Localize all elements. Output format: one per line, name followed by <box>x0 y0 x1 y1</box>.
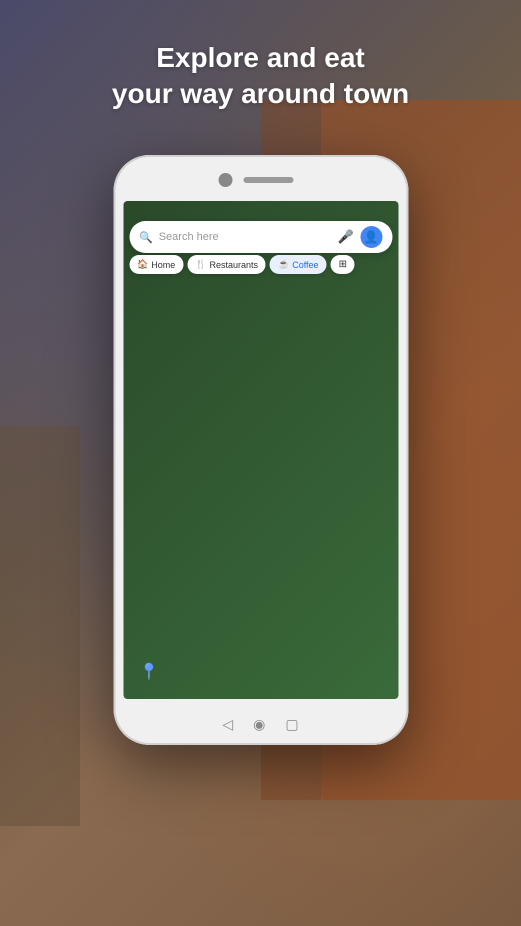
bg-building-left <box>0 426 80 826</box>
search-placeholder: Search here <box>159 231 332 243</box>
more-chip-icon: ⊞ <box>339 259 347 270</box>
search-input-row[interactable]: 🔍 Search here 🎤 👤 <box>129 221 392 253</box>
explore-section: Explore Chelsea › Spanish restaurants Di… <box>123 541 398 657</box>
coffee-chip-icon: ☕ <box>278 259 289 270</box>
mic-icon[interactable]: 🎤 <box>338 229 354 245</box>
phone-speaker <box>243 177 293 183</box>
chip-more[interactable]: ⊞ <box>331 255 355 274</box>
phone-screen: ▲ 12:30 W 18th St <box>123 201 398 699</box>
phone-camera <box>218 173 232 187</box>
restaurants-chip-label: Restaurants <box>209 260 258 270</box>
home-chip-label: Home <box>151 260 175 270</box>
phone-bottom-bar: ◁ ◉ ▢ <box>222 716 298 733</box>
category-chips: 🏠 Home 🍴 Restaurants ☕ Coffee ⊞ <box>123 255 398 274</box>
header: Explore and eat your way around town <box>0 40 521 113</box>
coffee-chip-label: Coffee <box>292 260 318 270</box>
explore-nav-icon: 📍 <box>139 662 159 682</box>
header-line1: Explore and eat <box>156 42 365 73</box>
header-title: Explore and eat your way around town <box>0 40 521 113</box>
recent-button[interactable]: ▢ <box>285 716 298 733</box>
explore-card-partial <box>378 573 392 653</box>
restaurants-chip-icon: 🍴 <box>195 259 206 270</box>
home-chip-icon: 🏠 <box>137 259 148 270</box>
home-button[interactable]: ◉ <box>253 716 265 733</box>
chip-coffee[interactable]: ☕ Coffee <box>270 255 327 274</box>
explore-cards: Spanish restaurants Dive bars <box>129 573 392 653</box>
header-line2: your way around town <box>112 78 409 109</box>
chip-restaurants[interactable]: 🍴 Restaurants <box>187 255 266 274</box>
chip-home[interactable]: 🏠 Home <box>129 255 183 274</box>
user-avatar[interactable]: 👤 <box>360 226 382 248</box>
search-icon: 🔍 <box>139 231 153 244</box>
card-partial-bg <box>378 573 392 653</box>
search-bar-container: 🔍 Search here 🎤 👤 <box>123 217 398 257</box>
phone-frame: ▲ 12:30 W 18th St <box>113 155 408 745</box>
avatar-icon: 👤 <box>364 230 379 244</box>
back-button[interactable]: ◁ <box>222 716 233 733</box>
